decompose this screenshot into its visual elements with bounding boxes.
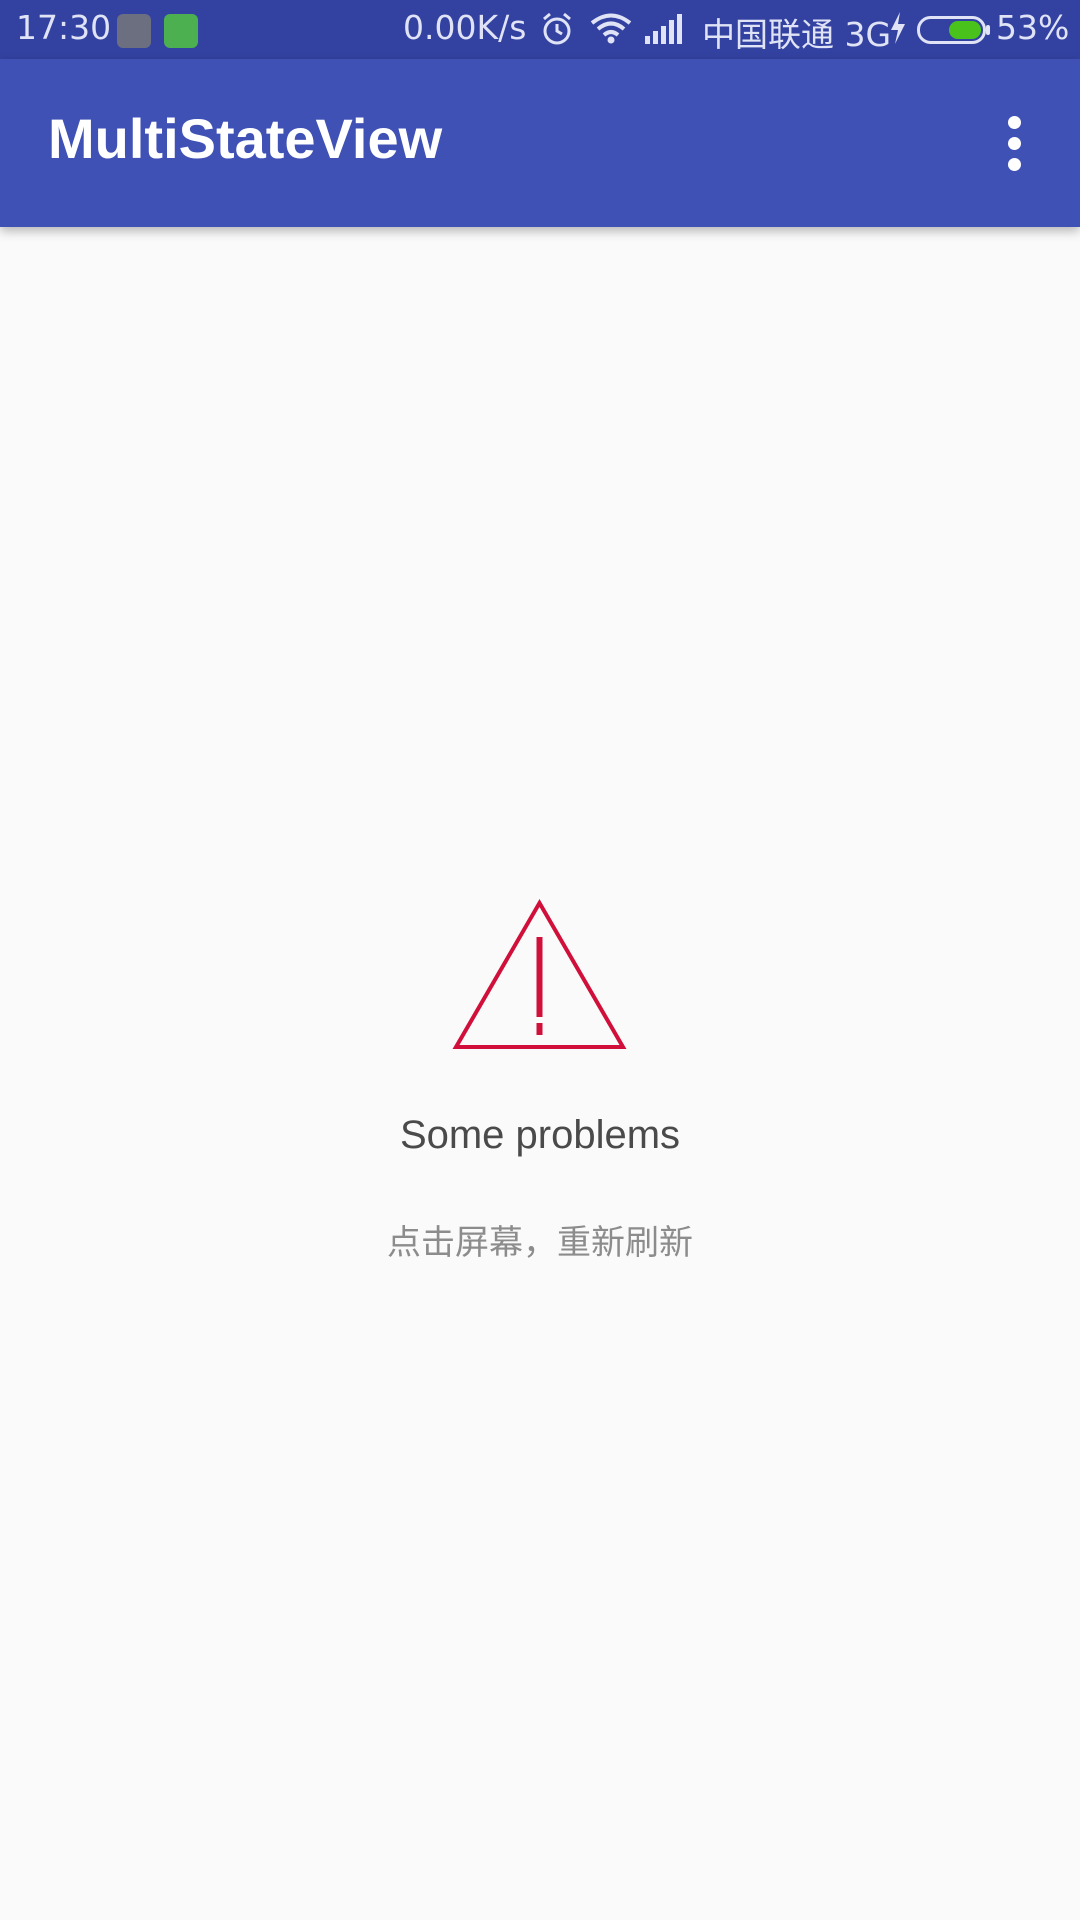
battery-icon — [917, 16, 990, 44]
alarm-icon — [543, 12, 571, 45]
overflow-dot — [1008, 116, 1021, 129]
error-subtitle: 点击屏幕，重新刷新 — [387, 1223, 693, 1263]
cell-signal-icon — [645, 14, 682, 44]
app-title: MultiStateView — [48, 107, 443, 170]
status-time: 17:30 — [16, 8, 112, 47]
battery-percent: 53% — [996, 8, 1070, 47]
app-bar: MultiStateView — [0, 59, 1080, 227]
charging-icon — [891, 12, 905, 44]
more-vert-icon[interactable] — [990, 114, 1038, 174]
carrier-label: 中国联通 3G — [702, 15, 892, 54]
warning-triangle-icon — [452, 899, 627, 1049]
overflow-dot — [1008, 137, 1021, 150]
notification-app-icon — [117, 14, 151, 48]
wifi-icon — [590, 13, 632, 44]
error-title: Some problems — [399, 1113, 681, 1157]
network-speed: 0.00K/s — [403, 8, 527, 47]
error-state-view[interactable]: Some problems 点击屏幕，重新刷新 — [0, 227, 1080, 1920]
overflow-dot — [1008, 158, 1021, 171]
status-bar: 17:30 0.00K/s 中国联通 3G 53% — [0, 0, 1080, 59]
notification-android-icon — [164, 14, 198, 48]
